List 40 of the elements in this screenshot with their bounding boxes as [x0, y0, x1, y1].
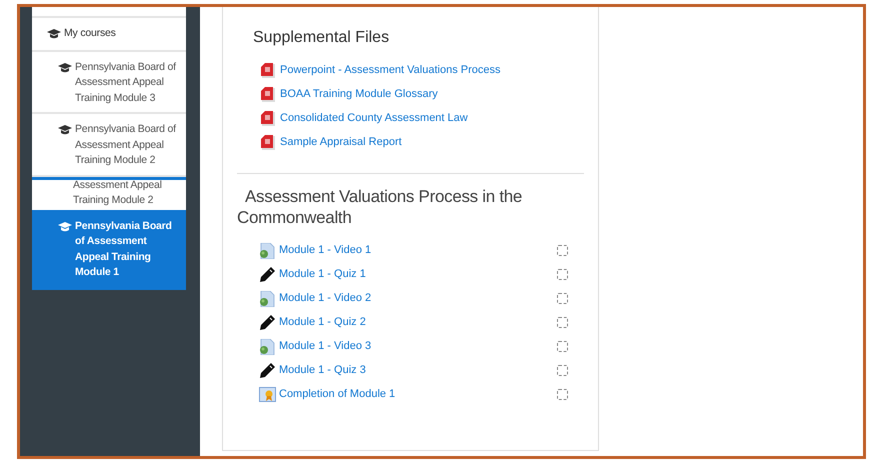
activity-link[interactable]: Module 1 - Video 1 — [279, 242, 372, 259]
graduation-cap-icon — [58, 222, 72, 232]
web-page-icon — [259, 290, 275, 306]
web-page-icon — [259, 338, 275, 354]
section-title: Assessment Valuations Process in the Commonwealth — [237, 186, 524, 228]
completion-checkbox[interactable] — [557, 269, 568, 280]
pencil-icon — [259, 266, 276, 283]
pencil-icon — [259, 314, 276, 331]
file-link[interactable]: BOAA Training Module Glossary — [280, 86, 438, 102]
pencil-icon — [259, 362, 276, 379]
graduation-cap-icon — [58, 62, 72, 72]
completion-checkbox[interactable] — [557, 245, 568, 256]
activity-link[interactable]: Completion of Module 1 — [279, 386, 396, 403]
completion-checkbox[interactable] — [557, 365, 568, 376]
sidebar-item[interactable]: Pennsylvania Board of Assessment Appeal Training Module 1 — [32, 210, 186, 290]
certificate-icon — [259, 387, 276, 402]
completion-checkbox[interactable] — [557, 293, 568, 304]
graduation-cap-icon — [47, 29, 61, 39]
activity-link[interactable]: Module 1 - Quiz 1 — [279, 266, 366, 283]
completion-checkbox[interactable] — [557, 317, 568, 328]
pdf-file-icon — [261, 110, 275, 126]
activity-link[interactable]: Module 1 - Video 3 — [279, 338, 372, 355]
activity-link[interactable]: Module 1 - Video 2 — [279, 290, 372, 307]
sidebar-item[interactable]: Pennsylvania Board of Assessment Appeal Training Module 2 — [32, 114, 186, 176]
file-link[interactable]: Consolidated County Assessment Law — [280, 110, 468, 126]
activity-link[interactable]: Module 1 - Quiz 3 — [279, 362, 366, 379]
activity-link[interactable]: Module 1 - Quiz 2 — [279, 314, 366, 331]
web-page-icon — [259, 242, 275, 258]
sidebar-item[interactable]: My courses — [32, 18, 186, 52]
graduation-cap-icon — [58, 125, 72, 135]
pdf-file-icon — [261, 62, 275, 78]
completion-checkbox[interactable] — [557, 341, 568, 352]
dragged-sidebar-item[interactable]: Assessment Appeal Training Module 2 — [32, 176, 186, 210]
sidebar-item[interactable]: Pennsylvania Board of Assessment Appeal Training Module 3 — [32, 52, 186, 114]
pdf-file-icon — [261, 86, 275, 102]
section-title: Supplemental Files — [253, 28, 390, 48]
pdf-file-icon — [261, 134, 275, 150]
file-link[interactable]: Powerpoint - Assessment Valuations Process — [280, 62, 501, 78]
completion-checkbox[interactable] — [557, 389, 568, 400]
file-link[interactable]: Sample Appraisal Report — [280, 134, 402, 150]
